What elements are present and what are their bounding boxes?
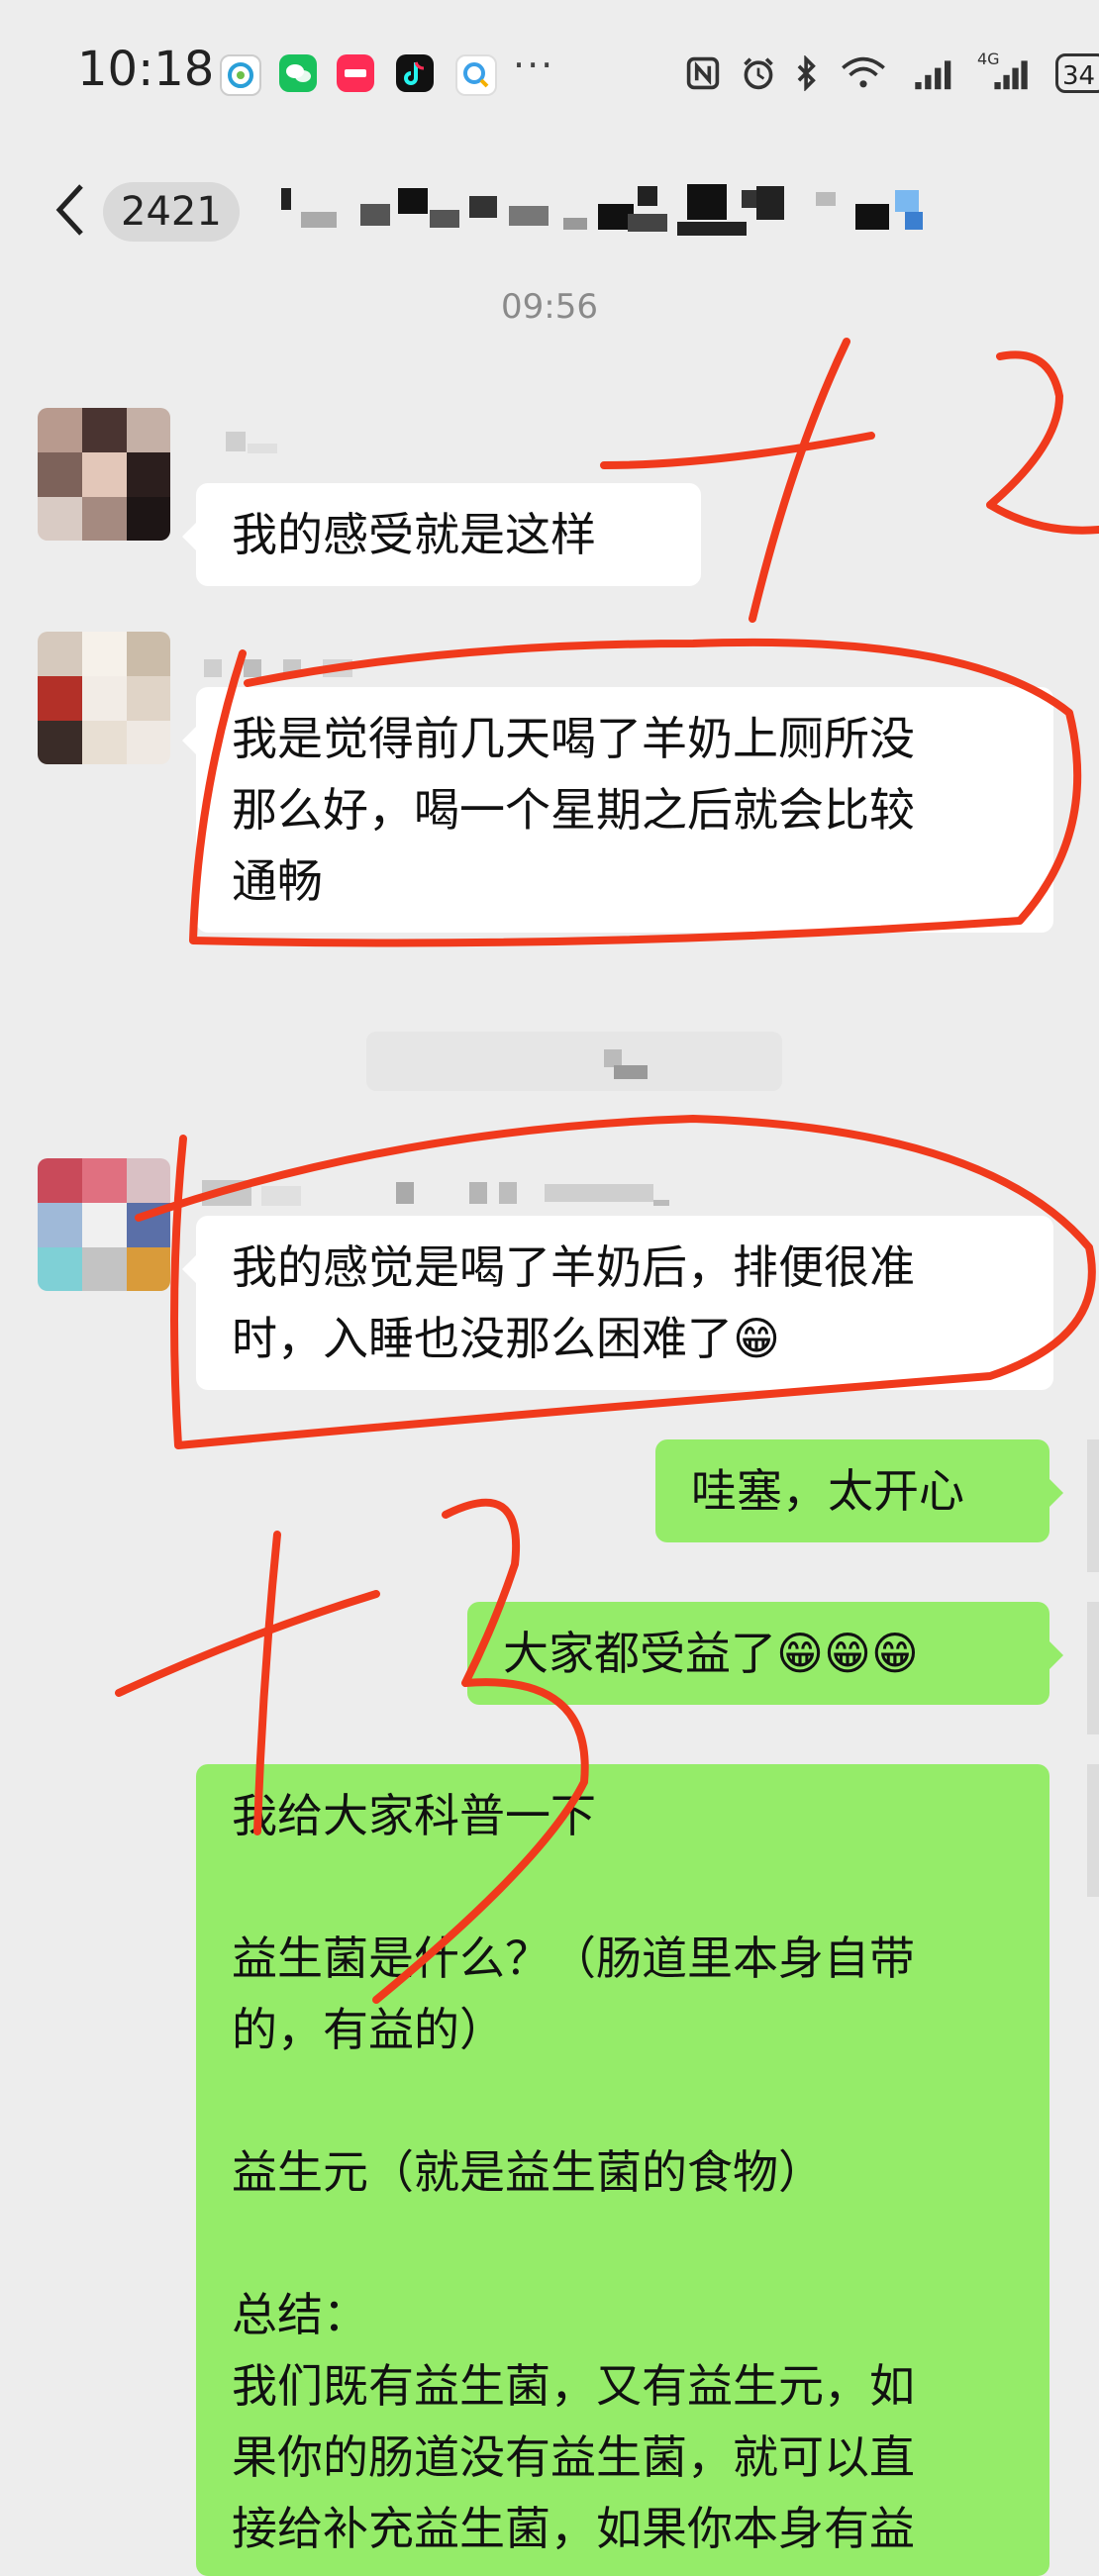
annotation-plus xyxy=(115,1590,380,1697)
bluetooth-icon xyxy=(797,55,816,91)
annotation-plus xyxy=(600,432,875,469)
message-timestamp: 09:56 xyxy=(501,287,598,327)
message-bubble[interactable]: 大家都受益了😁😁😁 xyxy=(467,1602,1063,1705)
sender-name xyxy=(226,432,277,453)
status-bar: 10:18 ··· 4G 34 xyxy=(0,0,1099,149)
avatar[interactable] xyxy=(1087,1439,1099,1572)
avatar[interactable] xyxy=(38,632,170,764)
chat-title xyxy=(281,184,923,236)
avatar[interactable] xyxy=(1087,1764,1099,1897)
signal-icon xyxy=(915,60,951,90)
battery-level: 34 xyxy=(1062,61,1096,91)
avatar[interactable] xyxy=(38,1158,170,1291)
message-bubble[interactable]: 哇塞，太开心 xyxy=(655,1439,1063,1542)
tiktok-icon xyxy=(396,54,434,92)
avatar[interactable] xyxy=(1087,1602,1099,1734)
message-bubble[interactable]: 我是觉得前几天喝了羊奶上厕所没 那么好，喝一个星期之后就会比较 通畅 xyxy=(182,687,1053,933)
message-bubble[interactable]: 我的感觉是喝了羊奶后，排便很准 时，入睡也没那么困难了😁 xyxy=(182,1216,1053,1390)
message-bubble[interactable]: 我的感受就是这样 xyxy=(182,483,701,586)
wifi-icon xyxy=(842,56,885,88)
status-more-icon: ··· xyxy=(513,44,555,87)
network-type-label: 4G xyxy=(977,50,1000,68)
message-bubble[interactable]: 我给大家科普一下 益生菌是什么？（肠道里本身自带 的，有益的） 益生元（就是益生… xyxy=(196,1764,1049,2576)
sender-name xyxy=(204,659,352,677)
annotation-digit-2 xyxy=(986,350,1099,535)
status-time: 10:18 xyxy=(77,42,215,97)
china-mobile-icon xyxy=(220,54,261,96)
battery-icon: 34 xyxy=(1055,53,1099,93)
chevron-left-icon[interactable] xyxy=(50,180,89,240)
annotation-plus xyxy=(749,338,850,623)
unread-count-badge[interactable]: 2421 xyxy=(103,182,240,242)
avatar[interactable] xyxy=(38,408,170,541)
browser-search-icon xyxy=(455,54,497,96)
wechat-icon xyxy=(279,54,317,92)
alarm-icon xyxy=(744,57,773,90)
system-notice xyxy=(366,1032,782,1091)
nfc-icon xyxy=(686,56,720,90)
sender-name xyxy=(202,1180,669,1206)
xiaohongshu-icon xyxy=(337,54,374,92)
